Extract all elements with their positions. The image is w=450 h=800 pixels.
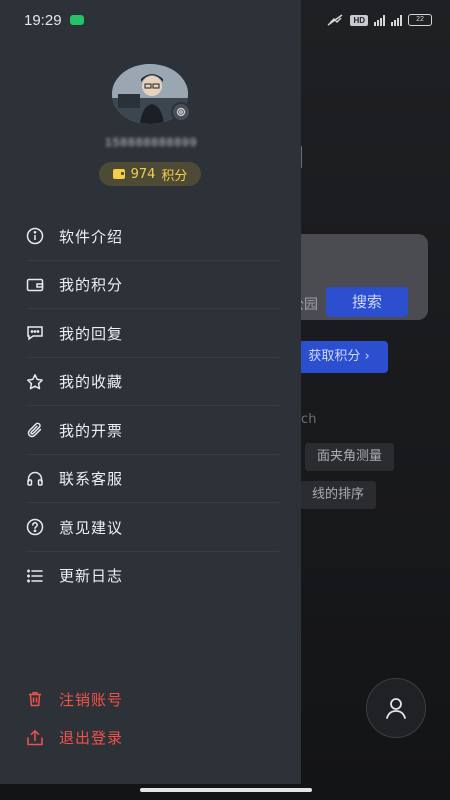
tag-angle-measure[interactable]: 面夹角测量	[305, 443, 395, 471]
menu-item-my-replies[interactable]: 我的回复	[0, 309, 301, 358]
account-actions: 注销账号 退出登录	[0, 680, 301, 757]
paperclip-icon	[26, 421, 44, 439]
user-fab-button[interactable]	[366, 678, 426, 738]
menu-item-changelog[interactable]: 更新日志	[0, 552, 301, 601]
star-icon	[26, 373, 44, 391]
menu-item-software-intro[interactable]: 软件介绍	[0, 212, 301, 261]
cancel-account-label: 注销账号	[59, 690, 124, 709]
tag-line-sort[interactable]: 线的排序	[300, 481, 377, 509]
menu-label: 我的积分	[59, 276, 124, 295]
get-points-button[interactable]: 获取积分 ›	[290, 341, 388, 373]
signal-4g-icon	[391, 14, 402, 26]
mute-icon	[328, 14, 343, 26]
battery-icon: 22	[408, 14, 432, 26]
menu-item-my-points[interactable]: 我的积分	[0, 261, 301, 310]
list-icon	[26, 567, 44, 585]
logout-label: 退出登录	[59, 729, 124, 748]
wallet-icon	[112, 169, 125, 179]
logout-icon	[26, 729, 44, 747]
menu-label: 我的收藏	[59, 373, 124, 392]
message-app-icon	[69, 15, 84, 25]
menu-label: 软件介绍	[59, 227, 124, 246]
menu-item-feedback[interactable]: 意见建议	[0, 503, 301, 552]
menu-label: 我的开票	[59, 421, 124, 440]
search-button[interactable]: 搜索	[326, 287, 408, 317]
menu-item-my-favorites[interactable]: 我的收藏	[0, 358, 301, 407]
camera-icon[interactable]	[171, 102, 191, 122]
headset-icon	[26, 470, 44, 488]
points-unit: 积分	[161, 168, 188, 184]
menu-item-my-invoices[interactable]: 我的开票	[0, 406, 301, 455]
side-drawer: 158888888899 974 积分 软件介绍 我的积分 我的回复 我的收藏 …	[0, 0, 301, 784]
menu-label: 更新日志	[59, 567, 124, 586]
menu-item-contact-support[interactable]: 联系客服	[0, 455, 301, 504]
drawer-menu: 软件介绍 我的积分 我的回复 我的收藏 我的开票 联系客服 意见建议 更新日志	[0, 212, 301, 600]
question-icon	[26, 518, 44, 536]
signal-5g-icon	[374, 14, 385, 26]
username: 158888888899	[104, 136, 198, 150]
wallet-icon	[26, 276, 44, 294]
status-time: 19:29	[24, 11, 62, 29]
menu-label: 我的回复	[59, 324, 124, 343]
menu-label: 意见建议	[59, 518, 124, 537]
trash-icon	[26, 690, 44, 708]
info-icon	[26, 227, 44, 245]
chat-icon	[26, 324, 44, 342]
points-value: 974	[130, 166, 156, 182]
points-badge[interactable]: 974 积分	[99, 162, 201, 186]
menu-label: 联系客服	[59, 470, 124, 489]
user-icon	[386, 698, 406, 719]
cancel-account-button[interactable]: 注销账号	[0, 680, 301, 719]
status-indicators: HD 22	[326, 14, 432, 26]
logout-button[interactable]: 退出登录	[0, 719, 301, 758]
hd-badge: HD	[350, 14, 368, 26]
status-bar: 19:29 HD 22	[0, 0, 450, 40]
home-indicator[interactable]	[140, 788, 312, 792]
